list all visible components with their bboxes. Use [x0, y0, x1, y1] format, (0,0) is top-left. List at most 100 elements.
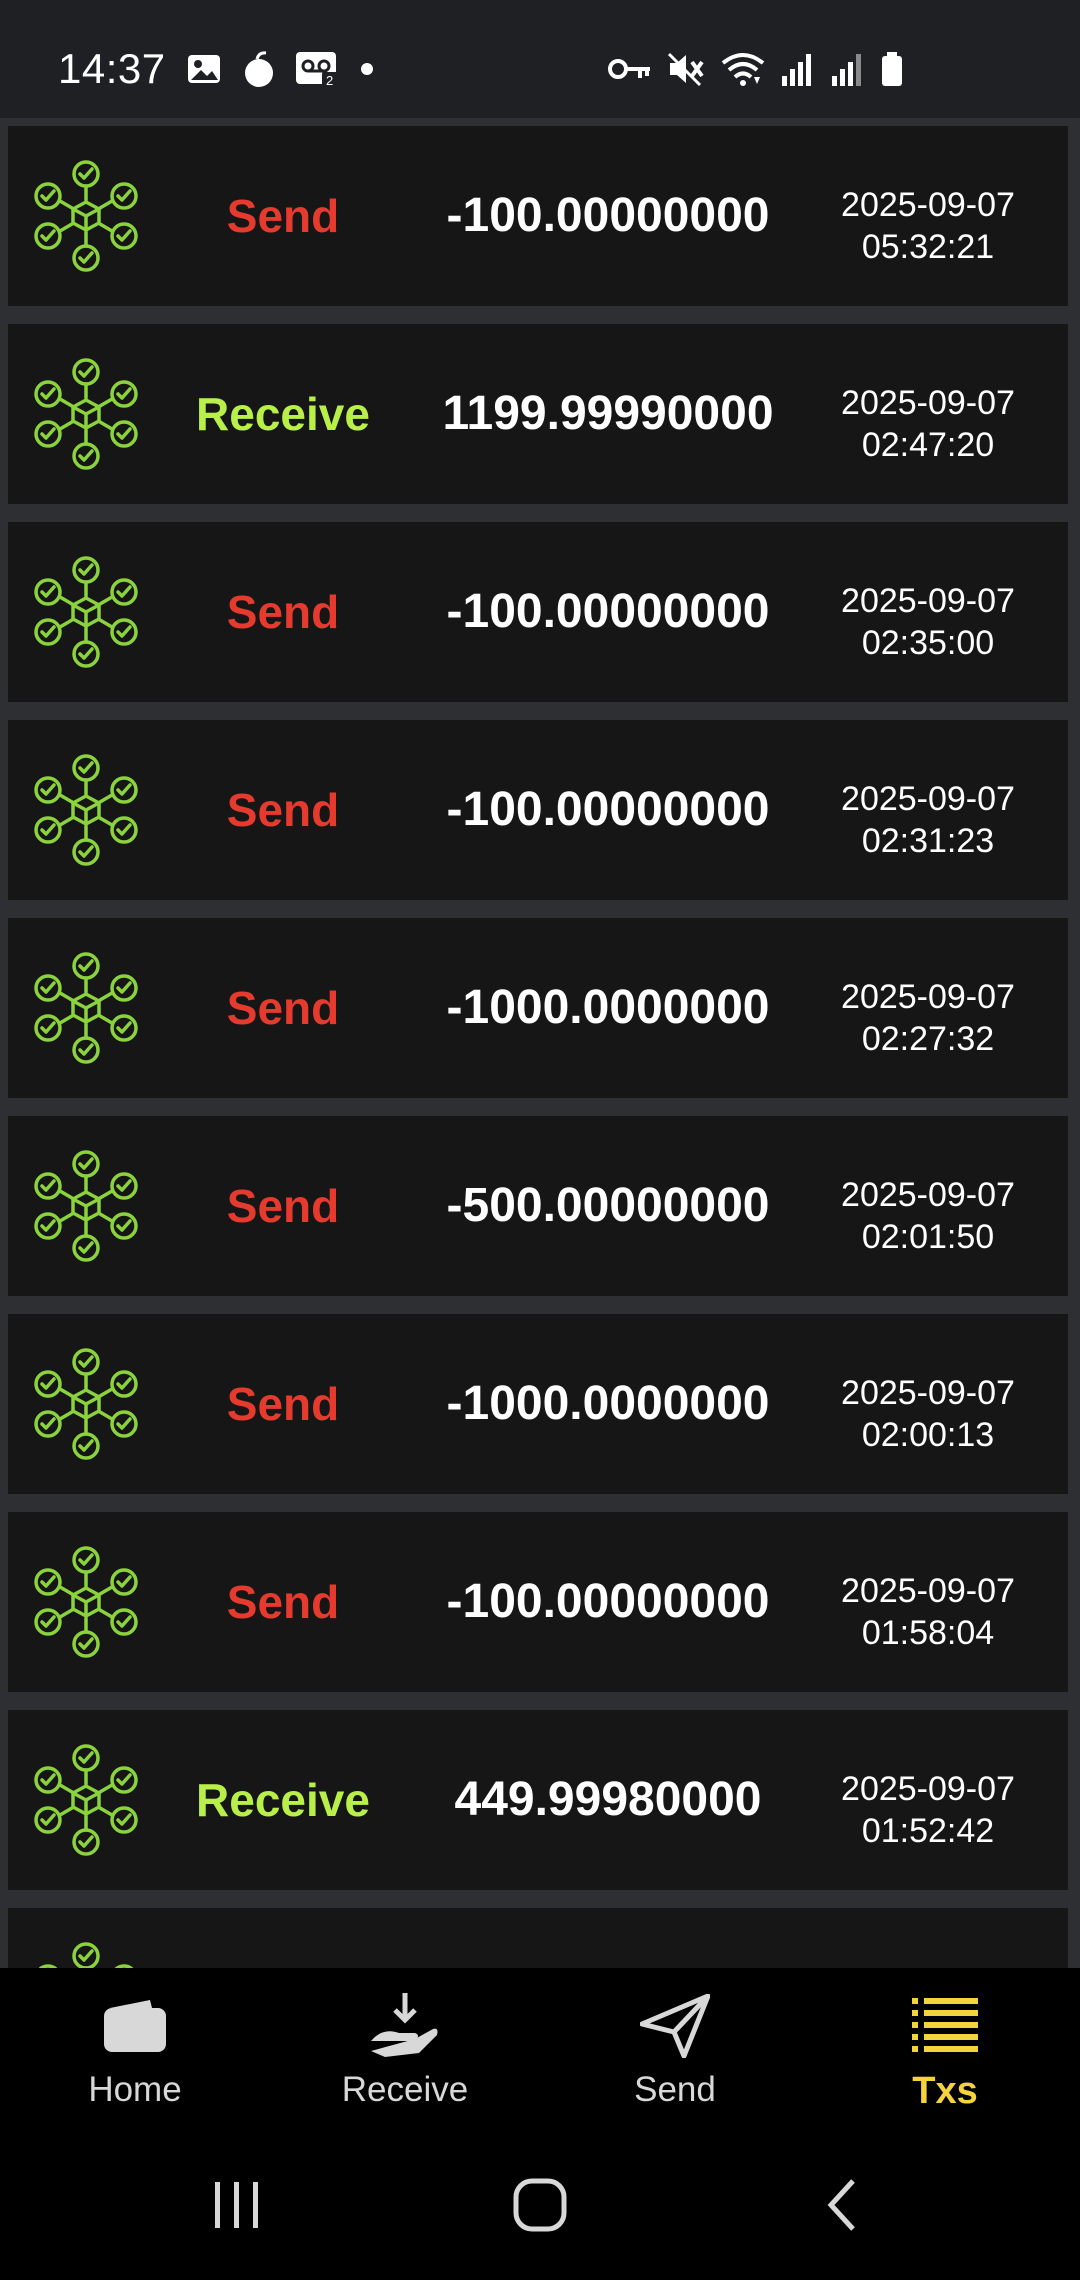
signal-icon-2 [830, 52, 866, 91]
transaction-date: 2025-09-07 [841, 1572, 1015, 1610]
blockchain-network-icon [34, 1546, 138, 1658]
transaction-amount: -100.00000000 [446, 585, 770, 638]
status-bar: 14:37 2 [0, 0, 1080, 118]
transaction-type: Send [226, 982, 340, 1034]
transaction-time: 02:27:32 [861, 1020, 995, 1058]
transaction-type [158, 1908, 408, 1968]
transaction-row[interactable]: Send -100.00000000 2025-09-07 05:32:21 [8, 126, 1068, 306]
blockchain-network-icon [34, 1150, 138, 1262]
transaction-datetime: 2025-09-07 02:00:13 [808, 1372, 1048, 1456]
home-circle-icon[interactable] [495, 2160, 585, 2250]
transaction-amount: -100.00000000 [446, 783, 770, 836]
transaction-row[interactable]: Receive 449.99980000 2025-09-07 01:52:42 [8, 1710, 1068, 1890]
transaction-type: Send [226, 190, 340, 242]
transaction-date: 2025-09-07 [841, 186, 1015, 224]
vpn-key-icon [608, 54, 652, 89]
transaction-datetime: 2025-09-07 02:01:50 [808, 1174, 1048, 1258]
transaction-amount: -500.00000000 [446, 1179, 770, 1232]
transaction-amount: 1199.99990000 [442, 387, 774, 440]
transaction-time: 01:58:04 [861, 1614, 995, 1652]
transaction-type: Send [226, 1378, 340, 1430]
transaction-type: Send [226, 784, 340, 836]
receive-hand-icon [270, 1990, 540, 2062]
transaction-date: 2025-09-07 [841, 384, 1015, 422]
transaction-time: 02:00:13 [861, 1416, 995, 1454]
nav-receive[interactable]: Receive [270, 1968, 540, 2130]
transaction-datetime: 2025-09-07 05:32:21 [808, 184, 1048, 268]
transaction-type: Receive [196, 1774, 370, 1826]
blockchain-network-icon [34, 754, 138, 866]
transaction-type: Send [226, 1576, 340, 1628]
nav-receive-label: Receive [341, 2070, 469, 2109]
list-icon [810, 1990, 1080, 2062]
transaction-datetime: 2025-09-07 02:35:00 [808, 580, 1048, 664]
gallery-icon [186, 51, 222, 92]
blockchain-network-icon [34, 952, 138, 1064]
transaction-row[interactable]: Send -1000.0000000 2025-09-07 02:27:32 [8, 918, 1068, 1098]
transaction-datetime: 2025-09-07 02:31:23 [808, 778, 1048, 862]
transaction-row[interactable]: Send -100.00000000 2025-09-07 01:58:04 [8, 1512, 1068, 1692]
transaction-time: 01:52:42 [861, 1812, 995, 1850]
blockchain-network-icon [34, 160, 138, 272]
transaction-date: 2025-09-07 [841, 582, 1015, 620]
dot-icon [360, 62, 374, 81]
transaction-time: 02:35:00 [861, 624, 995, 662]
transaction-row[interactable]: Send -100.00000000 2025-09-07 02:35:00 [8, 522, 1068, 702]
transaction-row[interactable] [8, 1908, 1068, 1968]
svg-text:2: 2 [326, 73, 333, 88]
transaction-datetime: 2025-09-07 01:52:42 [808, 1768, 1048, 1852]
transaction-datetime: 2025-09-07 02:27:32 [808, 976, 1048, 1060]
transaction-time: 02:01:50 [861, 1218, 995, 1256]
transaction-amount [403, 1908, 813, 1968]
nav-send-label: Send [634, 2070, 716, 2109]
recents-icon[interactable] [192, 2160, 282, 2250]
blockchain-network-icon [34, 556, 138, 668]
paper-plane-icon [540, 1990, 810, 2062]
wifi-icon [720, 51, 766, 92]
status-time: 14:37 [58, 45, 166, 92]
blockchain-network-icon [34, 1744, 138, 1856]
transaction-row[interactable]: Send -500.00000000 2025-09-07 02:01:50 [8, 1116, 1068, 1296]
nav-txs[interactable]: Txs [810, 1968, 1080, 2130]
transaction-date: 2025-09-07 [841, 780, 1015, 818]
nav-home[interactable]: Home [0, 1968, 270, 2130]
blockchain-network-icon [34, 358, 138, 470]
transaction-type: Receive [196, 388, 370, 440]
transaction-date: 2025-09-07 [841, 1770, 1015, 1808]
transaction-type: Send [226, 586, 340, 638]
transaction-time: 02:31:23 [861, 822, 995, 860]
transaction-type: Send [226, 1180, 340, 1232]
transaction-date: 2025-09-07 [841, 978, 1015, 1016]
transaction-date: 2025-09-07 [841, 1176, 1015, 1214]
transaction-row[interactable]: Receive 1199.99990000 2025-09-07 02:47:2… [8, 324, 1068, 504]
nav-send[interactable]: Send [540, 1968, 810, 2130]
transaction-list[interactable]: Send -100.00000000 2025-09-07 05:32:21 R… [0, 118, 1080, 1968]
blockchain-network-icon [34, 1348, 138, 1460]
signal-icon [780, 52, 816, 91]
transaction-row[interactable]: Send -1000.0000000 2025-09-07 02:00:13 [8, 1314, 1068, 1494]
blockchain-network-icon [34, 1942, 138, 1968]
nav-home-label: Home [88, 2070, 182, 2109]
transaction-row[interactable]: Send -100.00000000 2025-09-07 02:31:23 [8, 720, 1068, 900]
transaction-amount: -1000.0000000 [446, 1377, 770, 1430]
mute-icon [666, 51, 706, 92]
battery-icon [880, 51, 904, 92]
transaction-amount: -1000.0000000 [446, 981, 770, 1034]
transaction-datetime: 2025-09-07 01:58:04 [808, 1570, 1048, 1654]
transaction-amount: -100.00000000 [446, 189, 770, 242]
notification-app-icon [242, 50, 276, 93]
status-left-icons: 2 [186, 50, 374, 92]
transaction-datetime: 2025-09-07 02:47:20 [808, 382, 1048, 466]
wallet-icon [0, 1990, 270, 2062]
back-icon[interactable] [798, 2160, 888, 2250]
voicemail-icon: 2 [296, 50, 340, 93]
transaction-time: 05:32:21 [861, 228, 995, 266]
transaction-date: 2025-09-07 [841, 1374, 1015, 1412]
status-right-icons [608, 50, 904, 92]
nav-txs-label: Txs [912, 2070, 978, 2112]
bottom-nav: Home Receive Send Txs [0, 1968, 1080, 2130]
system-nav-bar [0, 2130, 1080, 2280]
transaction-amount: -100.00000000 [446, 1575, 770, 1628]
transaction-amount: 449.99980000 [454, 1773, 762, 1826]
transaction-time: 02:47:20 [861, 426, 995, 464]
